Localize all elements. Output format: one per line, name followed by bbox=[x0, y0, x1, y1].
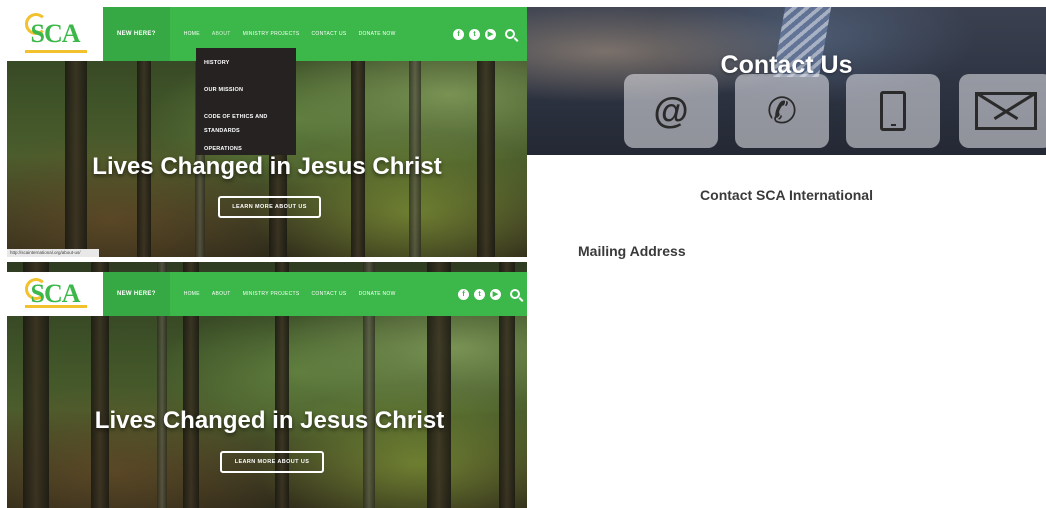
phone-icon: ✆ bbox=[735, 74, 829, 148]
twitter-icon[interactable]: t bbox=[474, 288, 485, 300]
site-header: SCA NEW HERE? HOME ABOUT MINISTRY PROJEC… bbox=[7, 272, 532, 316]
page-title: Contact Us bbox=[720, 51, 853, 79]
nav-contact-us[interactable]: CONTACT US bbox=[312, 31, 347, 37]
twitter-icon[interactable]: t bbox=[469, 28, 480, 40]
new-here-button[interactable]: NEW HERE? bbox=[103, 7, 170, 61]
screenshot-home-about-menu: SCA NEW HERE? HOME ABOUT MINISTRY PROJEC… bbox=[7, 7, 527, 257]
youtube-icon[interactable]: ▶ bbox=[490, 288, 501, 300]
site-logo[interactable]: SCA bbox=[7, 272, 103, 316]
about-dropdown-menu: HISTORY OUR MISSION CODE OF ETHICS AND S… bbox=[196, 48, 296, 155]
menu-item-history[interactable]: HISTORY bbox=[204, 56, 296, 70]
nav-donate-now[interactable]: DONATE NOW bbox=[359, 31, 396, 37]
nav-about[interactable]: ABOUT bbox=[212, 31, 231, 37]
new-here-button[interactable]: NEW HERE? bbox=[103, 272, 170, 316]
nav-ministry-projects[interactable]: MINISTRY PROJECTS bbox=[243, 31, 300, 37]
menu-item-code-of-ethics[interactable]: CODE OF ETHICS AND STANDARDS bbox=[204, 110, 278, 138]
mail-icon bbox=[959, 74, 1046, 148]
contact-banner: @ ✆ Contact Us bbox=[527, 7, 1046, 155]
main-nav: HOME ABOUT MINISTRY PROJECTS CONTACT US … bbox=[184, 31, 396, 37]
social-links: f t ▶ bbox=[458, 288, 520, 300]
social-links: f t ▶ bbox=[453, 28, 515, 40]
facebook-icon[interactable]: f bbox=[453, 28, 464, 40]
nav-home[interactable]: HOME bbox=[184, 291, 200, 297]
learn-more-button[interactable]: LEARN MORE ABOUT US bbox=[220, 451, 324, 473]
main-nav: HOME ABOUT MINISTRY PROJECTS CONTACT US … bbox=[184, 291, 396, 297]
mailing-address-heading: Mailing Address bbox=[578, 243, 686, 259]
search-icon[interactable] bbox=[510, 289, 520, 299]
menu-item-our-mission[interactable]: OUR MISSION bbox=[204, 83, 296, 97]
youtube-icon[interactable]: ▶ bbox=[485, 28, 496, 40]
nav-ministry-projects[interactable]: MINISTRY PROJECTS bbox=[243, 291, 300, 297]
status-bar-url: http://scainternational.org/about-us/ bbox=[7, 249, 99, 257]
screenshot-home: SCA NEW HERE? HOME ABOUT MINISTRY PROJEC… bbox=[7, 262, 532, 508]
contact-subtitle: Contact SCA International bbox=[700, 187, 873, 203]
nav-donate-now[interactable]: DONATE NOW bbox=[359, 291, 396, 297]
tablet-icon bbox=[846, 74, 940, 148]
site-logo[interactable]: SCA bbox=[7, 7, 103, 61]
nav-about[interactable]: ABOUT bbox=[212, 291, 231, 297]
logo-text: SCA bbox=[30, 19, 80, 48]
hero-title: Lives Changed in Jesus Christ bbox=[92, 153, 442, 180]
learn-more-button[interactable]: LEARN MORE ABOUT US bbox=[218, 196, 321, 218]
screenshot-contact-page: @ ✆ Contact Us Contact SCA International… bbox=[527, 7, 1046, 508]
facebook-icon[interactable]: f bbox=[458, 288, 469, 300]
hero-title: Lives Changed in Jesus Christ bbox=[94, 407, 445, 434]
search-icon[interactable] bbox=[505, 29, 515, 39]
nav-contact-us[interactable]: CONTACT US bbox=[312, 291, 347, 297]
at-icon: @ bbox=[624, 74, 718, 148]
nav-home[interactable]: HOME bbox=[184, 31, 200, 37]
